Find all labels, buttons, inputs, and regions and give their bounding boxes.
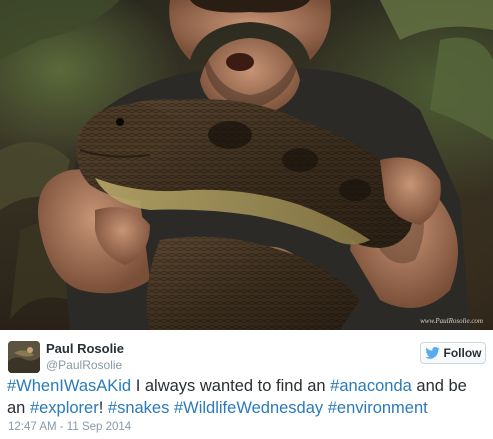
follow-button[interactable]: Follow xyxy=(420,342,486,364)
user-handle[interactable]: @PaulRosolie xyxy=(46,358,122,372)
hashtag-link[interactable]: #anaconda xyxy=(330,377,412,395)
hashtag-link[interactable]: #snakes xyxy=(108,399,169,417)
tweet-text-segment: ! xyxy=(98,399,108,417)
follow-button-label: Follow xyxy=(443,346,482,360)
avatar-photo-icon xyxy=(8,341,40,373)
hashtag-link[interactable]: #WildlifeWednesday xyxy=(174,399,323,417)
anaconda-photo-illustration xyxy=(0,0,493,330)
avatar[interactable] xyxy=(8,341,40,373)
tweet-photo[interactable]: www.PaulRosolie.com xyxy=(0,0,493,330)
tweet-timestamp[interactable]: 12:47 AM - 11 Sep 2014 xyxy=(8,421,131,433)
hashtag-link[interactable]: #explorer xyxy=(30,399,99,417)
tweet-text-segment: I always wanted to find an xyxy=(131,377,331,395)
hashtag-link[interactable]: #WhenIWasAKid xyxy=(7,377,131,395)
tweet-text: #WhenIWasAKid I always wanted to find an… xyxy=(7,375,487,419)
user-display-name[interactable]: Paul Rosolie xyxy=(46,341,124,356)
twitter-bird-icon xyxy=(424,347,440,359)
tweet-card: Paul Rosolie @PaulRosolie Follow #WhenIW… xyxy=(0,330,493,439)
photo-watermark: www.PaulRosolie.com xyxy=(420,317,483,325)
hashtag-link[interactable]: #environment xyxy=(328,399,428,417)
